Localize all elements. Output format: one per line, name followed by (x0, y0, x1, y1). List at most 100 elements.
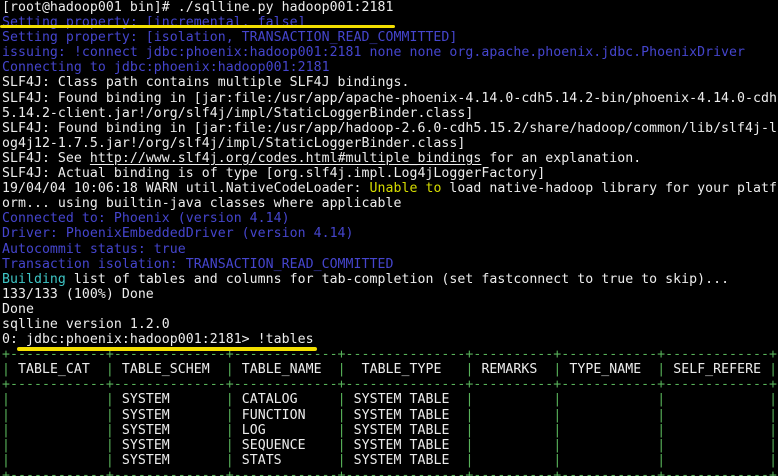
terminal-text-segment: TABLE_NAME (234, 362, 338, 377)
terminal-line: | | SYSTEM | SEQUENCE | SYSTEM TABLE | |… (0, 438, 778, 453)
terminal-text-segment: SYSTEM TABLE (346, 392, 466, 407)
terminal-text-segment: list of tables and columns for tab-compl… (66, 272, 729, 287)
terminal-line: SLF4J: Class path contains multiple SLF4… (0, 75, 778, 90)
terminal-text-segment: | (769, 438, 777, 453)
terminal-text-segment (561, 392, 657, 407)
terminal-text-segment: | (226, 438, 234, 453)
tables-command-highlight-underline (17, 347, 317, 351)
terminal-text-segment: SELF_REFERE (665, 362, 769, 377)
terminal-text-segment: | (338, 438, 346, 453)
terminal-text-segment (10, 408, 106, 423)
terminal-text-segment: | (2, 423, 10, 438)
terminal-text-segment (10, 453, 106, 468)
terminal-text-segment: | (226, 362, 234, 377)
terminal-text-segment: SYSTEM (114, 453, 226, 468)
terminal-line: SLF4J: Found binding in [jar:file:/usr/a… (0, 121, 778, 136)
terminal-text-segment: SYSTEM TABLE (346, 408, 466, 423)
terminal-text-segment: | (226, 408, 234, 423)
terminal-text-segment: Connected to: Phoenix (version 4.14) (2, 211, 290, 226)
terminal-text-segment: Building (2, 272, 66, 287)
terminal-line: Connected to: Phoenix (version 4.14) (0, 211, 778, 226)
terminal-text-segment: | (106, 438, 114, 453)
terminal-text-segment (10, 438, 106, 453)
terminal-line: Done (0, 302, 778, 317)
terminal-text-segment: | (226, 453, 234, 468)
terminal-text-segment: SLF4J: Actual binding is of type [org.sl… (2, 166, 545, 181)
terminal-text-segment: TABLE_CAT (10, 362, 106, 377)
terminal-text-segment: | (338, 453, 346, 468)
terminal-text-segment: [root@hadoop001 bin]# ./sqlline.py hadoo… (2, 0, 394, 15)
terminal-line: 19/04/04 10:06:18 WARN util.NativeCodeLo… (0, 181, 778, 196)
terminal-text-segment: SLF4J: See (2, 151, 90, 166)
terminal-text-segment: for an explanation. (481, 151, 641, 166)
terminal-text-segment: | (2, 392, 10, 407)
terminal-text-segment: Unable to (370, 181, 442, 196)
terminal-line: | TABLE_CAT | TABLE_SCHEM | TABLE_NAME |… (0, 362, 778, 377)
terminal-line: Driver: PhoenixEmbeddedDriver (version 4… (0, 226, 778, 241)
terminal-text-segment (665, 423, 769, 438)
terminal-text-segment: | (106, 453, 114, 468)
terminal-text-segment (473, 408, 553, 423)
terminal-output: [root@hadoop001 bin]# ./sqlline.py hadoo… (0, 0, 778, 476)
terminal-text-segment: SYSTEM (114, 392, 226, 407)
terminal-text-segment (561, 438, 657, 453)
terminal-text-segment (10, 423, 106, 438)
terminal-text-segment: 19/04/04 10:06:18 WARN util.NativeCodeLo… (2, 181, 370, 196)
terminal-text-segment: SYSTEM (114, 438, 226, 453)
terminal-text-segment: issuing: !connect jdbc:phoenix:hadoop001… (2, 45, 745, 60)
terminal-text-segment: CATALOG (234, 392, 338, 407)
terminal-text-segment: TABLE_SCHEM (114, 362, 226, 377)
terminal-text-segment: | (769, 362, 777, 377)
terminal-text-segment: SEQUENCE (234, 438, 338, 453)
terminal-text-segment: +------------+--------------+-----------… (2, 377, 777, 392)
terminal-text-segment: orm... using builtin-java classes where … (2, 196, 401, 211)
terminal-text-segment (665, 453, 769, 468)
terminal-line: sqlline version 1.2.0 (0, 317, 778, 332)
terminal-text-segment: +------------+--------------+-----------… (2, 468, 777, 476)
terminal-screen[interactable]: [root@hadoop001 bin]# ./sqlline.py hadoo… (0, 0, 778, 476)
terminal-line: Autocommit status: true (0, 242, 778, 257)
terminal-line: orm... using builtin-java classes where … (0, 196, 778, 211)
terminal-text-segment: load native-hadoop library for your plat… (441, 181, 777, 196)
terminal-text-segment (561, 423, 657, 438)
terminal-text-segment: Done (2, 302, 34, 317)
terminal-text-segment: | (338, 362, 346, 377)
terminal-text-segment (473, 438, 553, 453)
terminal-line: issuing: !connect jdbc:phoenix:hadoop001… (0, 45, 778, 60)
terminal-text-segment: | (2, 438, 10, 453)
terminal-text-segment: SYSTEM TABLE (346, 423, 466, 438)
terminal-line: SLF4J: Found binding in [jar:file:/usr/a… (0, 91, 778, 106)
terminal-text-segment: TABLE_TYPE (346, 362, 466, 377)
terminal-text-segment: | (226, 423, 234, 438)
terminal-text-segment: TYPE_NAME (561, 362, 657, 377)
terminal-line: Building list of tables and columns for … (0, 272, 778, 287)
terminal-text-segment: SLF4J: Found binding in [jar:file:/usr/a… (2, 91, 777, 106)
terminal-line: Connecting to jdbc:phoenix:hadoop001:218… (0, 60, 778, 75)
terminal-text-segment: sqlline version 1.2.0 (2, 317, 170, 332)
terminal-line: | | SYSTEM | CATALOG | SYSTEM TABLE | | … (0, 392, 778, 407)
terminal-text-segment: | (106, 362, 114, 377)
terminal-text-segment: | (769, 408, 777, 423)
terminal-text-segment: SLF4J: Class path contains multiple SLF4… (2, 75, 409, 90)
link-text[interactable]: http://www.slf4j.org/codes.html#multiple… (90, 151, 482, 166)
terminal-line: Transaction isolation: TRANSACTION_READ_… (0, 257, 778, 272)
terminal-text-segment: SYSTEM (114, 423, 226, 438)
terminal-text-segment (473, 392, 553, 407)
terminal-text-segment (665, 438, 769, 453)
terminal-line: [root@hadoop001 bin]# ./sqlline.py hadoo… (0, 0, 778, 15)
terminal-text-segment: | (769, 423, 777, 438)
terminal-text-segment (561, 408, 657, 423)
terminal-text-segment: SYSTEM (114, 408, 226, 423)
terminal-text-segment: SYSTEM TABLE (346, 438, 466, 453)
terminal-line: | | SYSTEM | STATS | SYSTEM TABLE | | | … (0, 453, 778, 468)
terminal-text-segment (665, 392, 769, 407)
terminal-text-segment: | (106, 408, 114, 423)
terminal-line: +------------+--------------+-----------… (0, 468, 778, 476)
terminal-text-segment: | (2, 362, 10, 377)
terminal-text-segment (473, 453, 553, 468)
terminal-text-segment (473, 423, 553, 438)
command-highlight-underline (0, 25, 395, 28)
terminal-line: 5.14.2-client.jar!/org/slf4j/impl/Static… (0, 106, 778, 121)
terminal-line: 133/133 (100%) Done (0, 287, 778, 302)
terminal-text-segment: 133/133 (100%) Done (2, 287, 154, 302)
